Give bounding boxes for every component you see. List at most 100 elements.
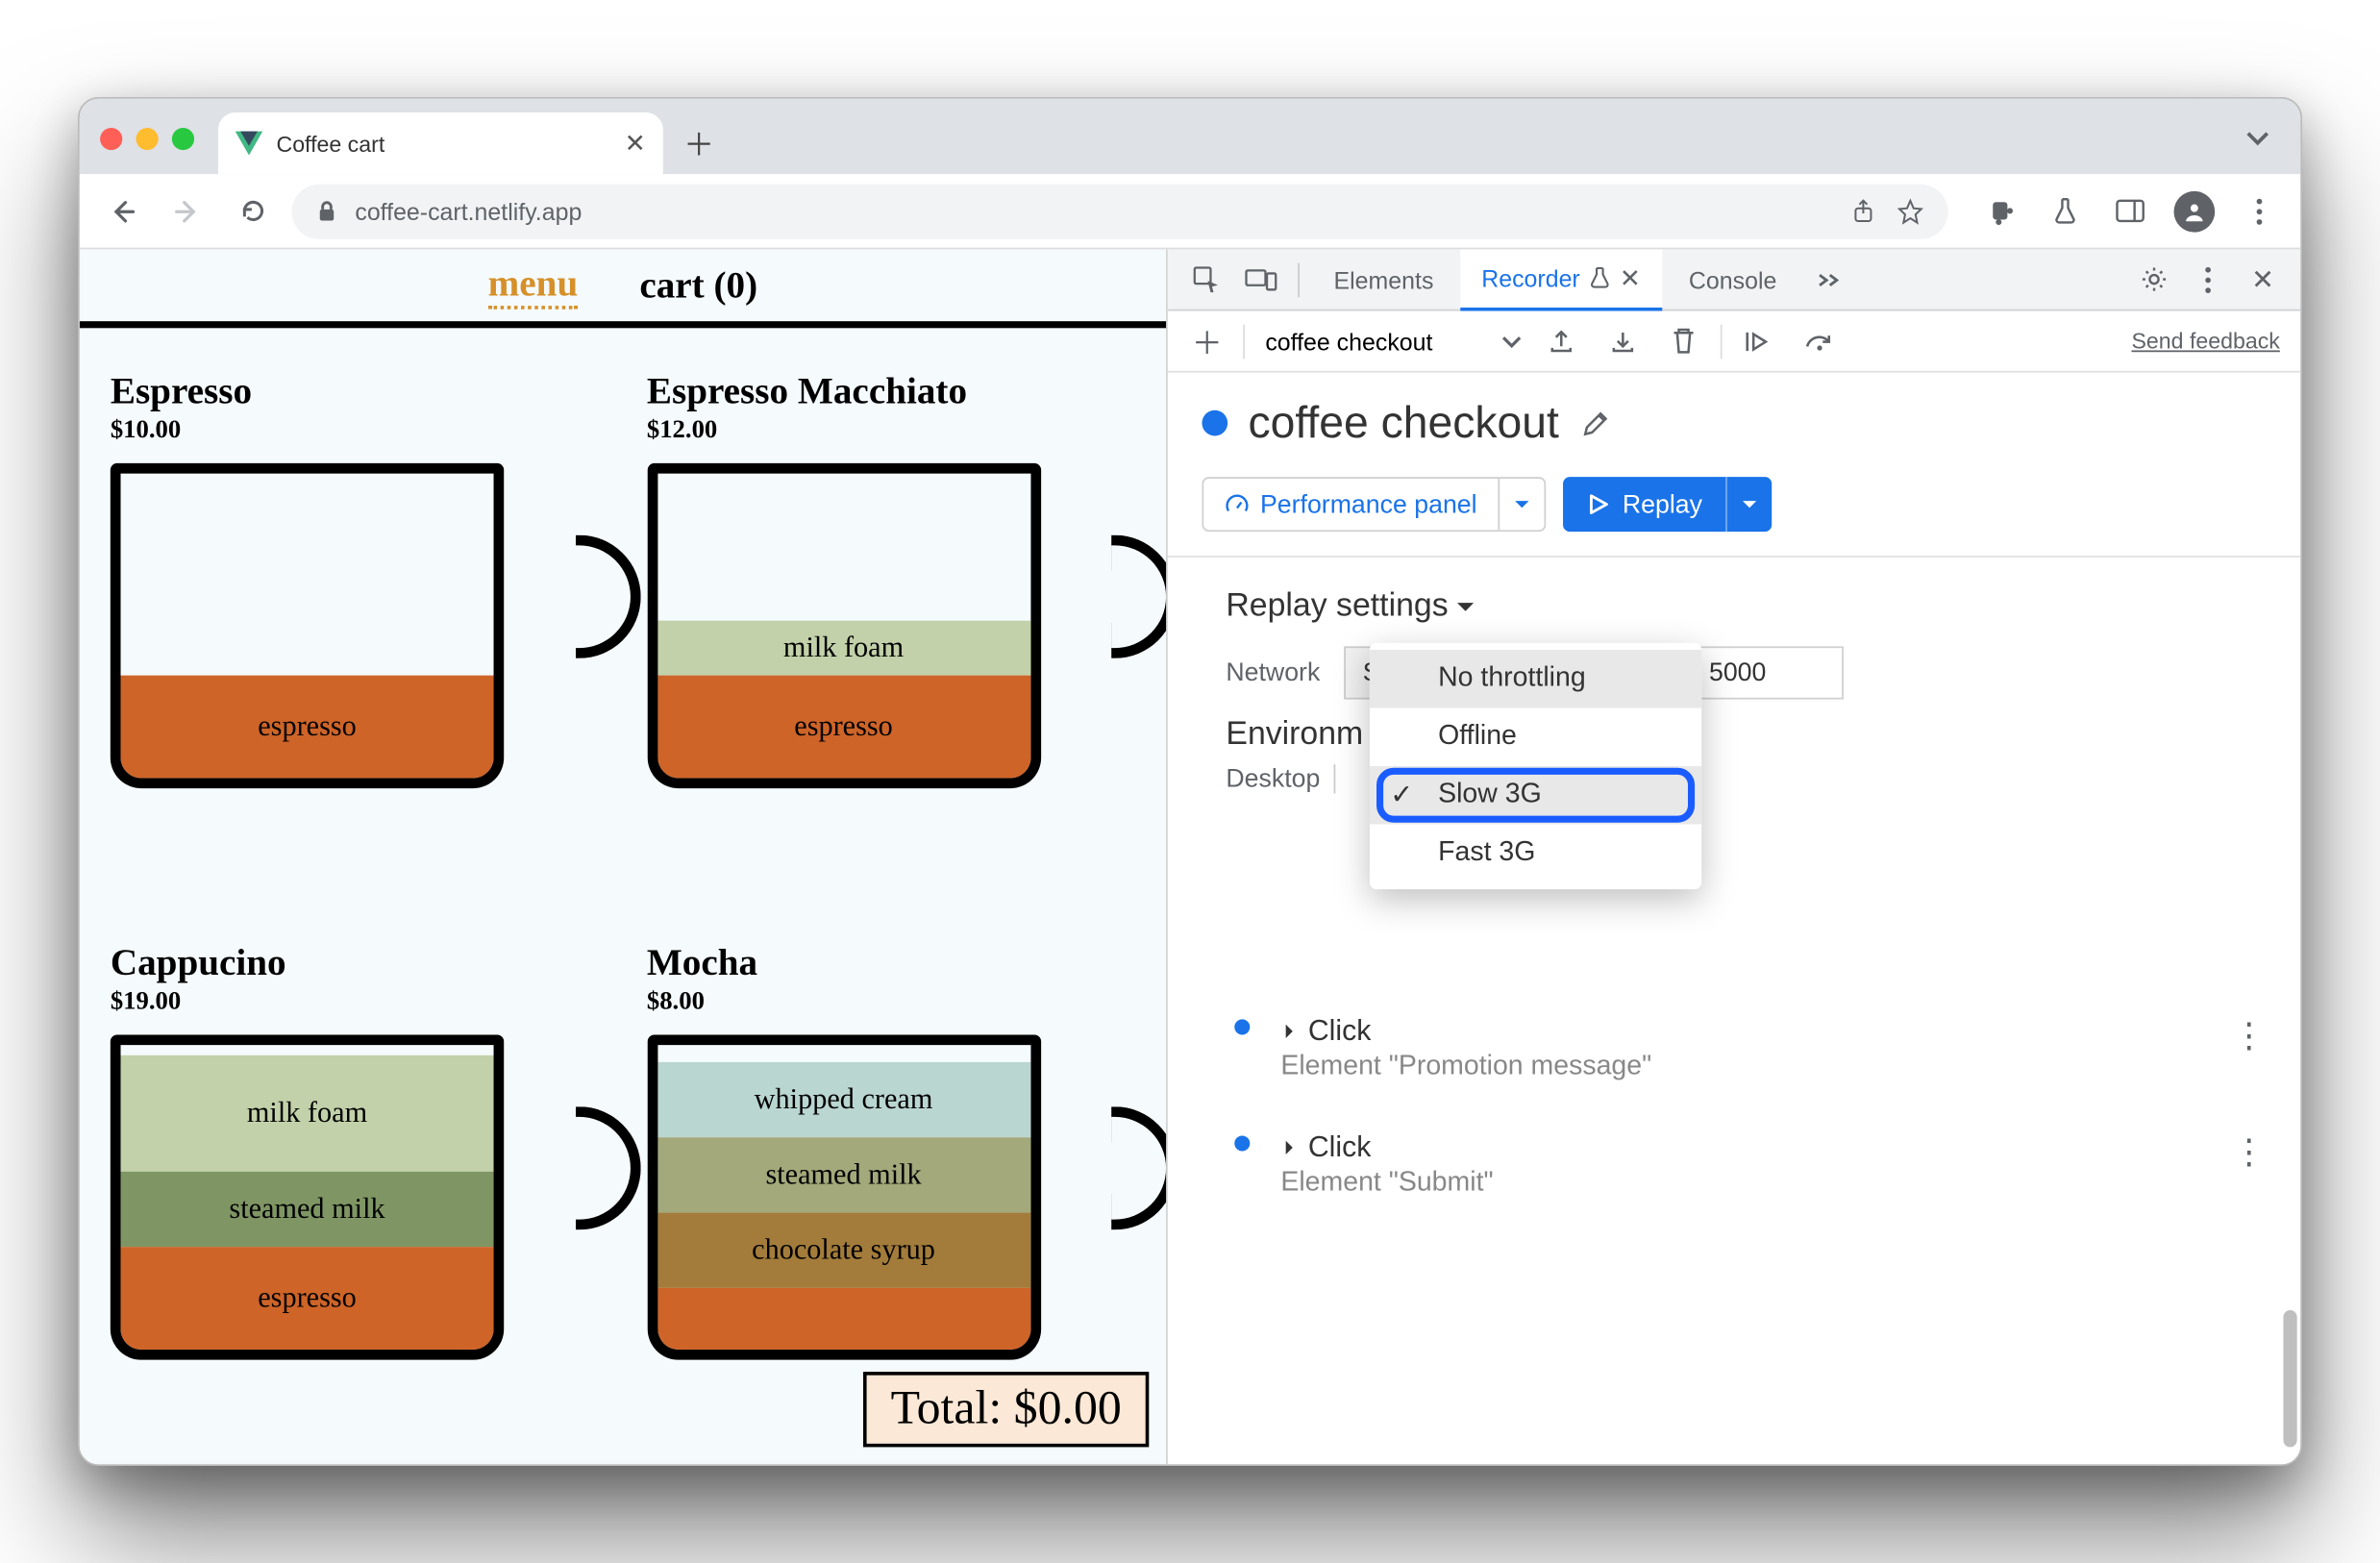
mug-handle-icon	[575, 535, 640, 658]
product-price: $8.00	[647, 988, 1135, 1017]
tab-recorder[interactable]: Recorder ✕	[1461, 249, 1662, 310]
scrollbar-thumb[interactable]	[2283, 1310, 2296, 1447]
step-over-button[interactable]	[1800, 322, 1838, 360]
new-tab-button[interactable]: ＋	[673, 117, 724, 168]
performance-panel-button[interactable]: Performance panel	[1202, 477, 1545, 532]
star-icon[interactable]	[1897, 197, 1923, 224]
ingredient-layer: espresso	[121, 676, 494, 779]
extensions-button[interactable]	[1975, 186, 2023, 235]
step-menu-button[interactable]: ⋮	[2232, 1014, 2267, 1057]
recorder-toolbar: ＋ coffee checkout Send feedback	[1168, 311, 2300, 373]
step-action: Click	[1280, 1130, 2208, 1165]
device-label: Desktop	[1226, 764, 1335, 793]
product-cappucino: Cappucino $19.00 milk foam steamed milk …	[111, 941, 599, 1465]
play-icon	[1587, 492, 1609, 516]
ingredient-layer: milk foam	[657, 621, 1030, 676]
nav-menu-link[interactable]: menu	[488, 261, 579, 310]
delete-button[interactable]	[1666, 322, 1703, 360]
product-name: Espresso Macchiato	[647, 369, 1135, 413]
total-button[interactable]: Total: $0.00	[863, 1372, 1149, 1447]
product-price: $12.00	[647, 417, 1135, 446]
network-label: Network	[1226, 658, 1320, 687]
step-detail: Element "Promotion message"	[1280, 1052, 2208, 1082]
chrome-menu-button[interactable]	[2236, 186, 2284, 235]
nav-cart-link[interactable]: cart (0)	[639, 263, 757, 308]
reload-button[interactable]	[227, 186, 278, 236]
devtools-close-button[interactable]: ✕	[2239, 256, 2287, 304]
tab-elements[interactable]: Elements	[1313, 249, 1454, 310]
address-bar[interactable]: coffee-cart.netlify.app	[292, 184, 1948, 238]
recorder-actions-row: Performance panel Replay	[1168, 466, 2300, 557]
profile-button[interactable]	[2170, 186, 2219, 235]
kebab-icon	[2256, 197, 2263, 224]
inspect-element-button[interactable]	[1181, 256, 1229, 304]
close-window-button[interactable]	[100, 128, 122, 150]
labs-button[interactable]	[2041, 186, 2089, 235]
close-tab-icon[interactable]: ✕	[625, 128, 646, 159]
step-item[interactable]: Click Element "Promotion message" ⋮	[1226, 1014, 2266, 1082]
continue-button[interactable]	[1739, 322, 1776, 360]
tab-search-button[interactable]	[2232, 112, 2283, 163]
mug-handle-icon	[575, 1106, 640, 1229]
network-throttling-dropdown: No throttling Offline ✓ Slow 3G Fast 3G	[1370, 643, 1701, 889]
devtools-panel: Elements Recorder ✕ Console ✕ ＋	[1168, 249, 2300, 1464]
ingredient-layer: whipped cream	[657, 1062, 1030, 1137]
tab-title: Coffee cart	[276, 131, 384, 157]
arrow-left-icon	[107, 195, 137, 226]
maximize-window-button[interactable]	[172, 128, 194, 150]
kebab-icon	[2205, 265, 2212, 292]
ingredient-layer: steamed milk	[657, 1137, 1030, 1212]
product-mug[interactable]: milk foam steamed milk espresso	[111, 1034, 504, 1359]
close-tab-icon[interactable]: ✕	[1620, 262, 1641, 293]
device-toolbar-button[interactable]	[1236, 256, 1284, 304]
puzzle-icon	[1985, 196, 2014, 225]
step-item[interactable]: Click Element "Submit" ⋮	[1226, 1130, 2266, 1199]
step-menu-button[interactable]: ⋮	[2232, 1130, 2267, 1174]
caret-right-icon	[1280, 1023, 1298, 1040]
step-over-icon	[1802, 329, 1837, 353]
replay-dropdown[interactable]	[1728, 477, 1773, 532]
flask-icon	[2051, 196, 2077, 225]
dropdown-option-slow-3g[interactable]: ✓ Slow 3G	[1370, 766, 1701, 825]
export-button[interactable]	[1542, 322, 1579, 360]
browser-tab[interactable]: Coffee cart ✕	[218, 112, 663, 174]
performance-panel-dropdown[interactable]	[1500, 479, 1544, 530]
dropdown-option-fast-3g[interactable]: Fast 3G	[1370, 825, 1701, 883]
arrow-right-icon	[172, 195, 203, 226]
browser-toolbar: coffee-cart.netlify.app	[80, 174, 2300, 249]
reload-icon	[237, 196, 266, 225]
chevrons-right-icon	[1816, 271, 1840, 288]
dropdown-option-no-throttling[interactable]: No throttling	[1370, 650, 1701, 708]
url-text: coffee-cart.netlify.app	[355, 197, 582, 224]
more-tabs-button[interactable]	[1804, 256, 1852, 304]
minimize-window-button[interactable]	[136, 128, 159, 150]
recording-select[interactable]: coffee checkout	[1262, 327, 1525, 354]
devtools-settings-button[interactable]	[2129, 256, 2177, 304]
import-button[interactable]	[1603, 322, 1641, 360]
check-icon: ✓	[1390, 778, 1413, 812]
side-panel-button[interactable]	[2105, 186, 2153, 235]
replay-button[interactable]: Replay	[1563, 477, 1773, 532]
share-icon[interactable]	[1850, 198, 1876, 224]
step-action: Click	[1280, 1014, 2208, 1049]
timeout-input[interactable]: 5000	[1690, 646, 1844, 699]
add-recording-button[interactable]: ＋	[1188, 322, 1226, 360]
tab-console[interactable]: Console	[1669, 249, 1797, 310]
product-mug[interactable]: espresso	[111, 463, 504, 788]
dropdown-option-offline[interactable]: Offline	[1370, 707, 1701, 766]
gauge-icon	[1225, 491, 1251, 517]
forward-button[interactable]	[161, 186, 212, 236]
product-mug[interactable]: whipped cream steamed milk chocolate syr…	[647, 1034, 1040, 1359]
ingredient-layer	[657, 1288, 1030, 1350]
edit-title-button[interactable]	[1579, 408, 1610, 438]
devices-icon	[1244, 266, 1277, 292]
devtools-menu-button[interactable]	[2184, 256, 2232, 304]
back-button[interactable]	[97, 186, 148, 236]
replay-settings-header[interactable]: Replay settings	[1226, 588, 2266, 626]
trash-icon	[1672, 327, 1698, 356]
send-feedback-link[interactable]: Send feedback	[2131, 328, 2279, 354]
browser-tab-bar: Coffee cart ✕ ＋	[80, 99, 2300, 174]
product-mug[interactable]: milk foam espresso	[647, 463, 1040, 788]
caret-down-icon	[1742, 496, 1759, 513]
product-name: Cappucino	[111, 941, 599, 985]
